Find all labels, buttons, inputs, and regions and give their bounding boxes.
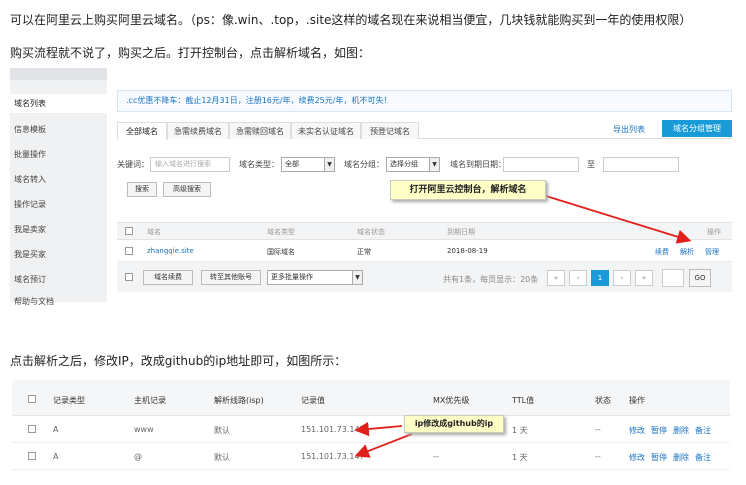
dns-callout: ip修改成github的ip (404, 415, 504, 433)
red-arrows-annotation (354, 421, 413, 458)
red-arrow-annotation (545, 195, 692, 244)
domain-console-screenshot: 域名列表 信息模板 批量操作 域名转入 操作记录 我是卖家 我是买家 域名预订 … (10, 68, 732, 306)
console-callout: 打开阿里云控制台，解析域名 (390, 180, 546, 200)
buy-paragraph: 购买流程就不说了，购买之后。打开控制台，点击解析域名，如图： (10, 46, 371, 60)
after-paragraph: 点击解析之后，修改IP，改成github的ip地址即可，如图所示： (10, 354, 347, 368)
dns-records-screenshot: 记录类型 主机记录 解析线路(isp) 记录值 MX优先级 TTL值 状态 操作… (12, 380, 730, 470)
intro-paragraph: 可以在阿里云上购买阿里云域名。（ps：像.win、.top，.site这样的域名… (10, 13, 692, 27)
